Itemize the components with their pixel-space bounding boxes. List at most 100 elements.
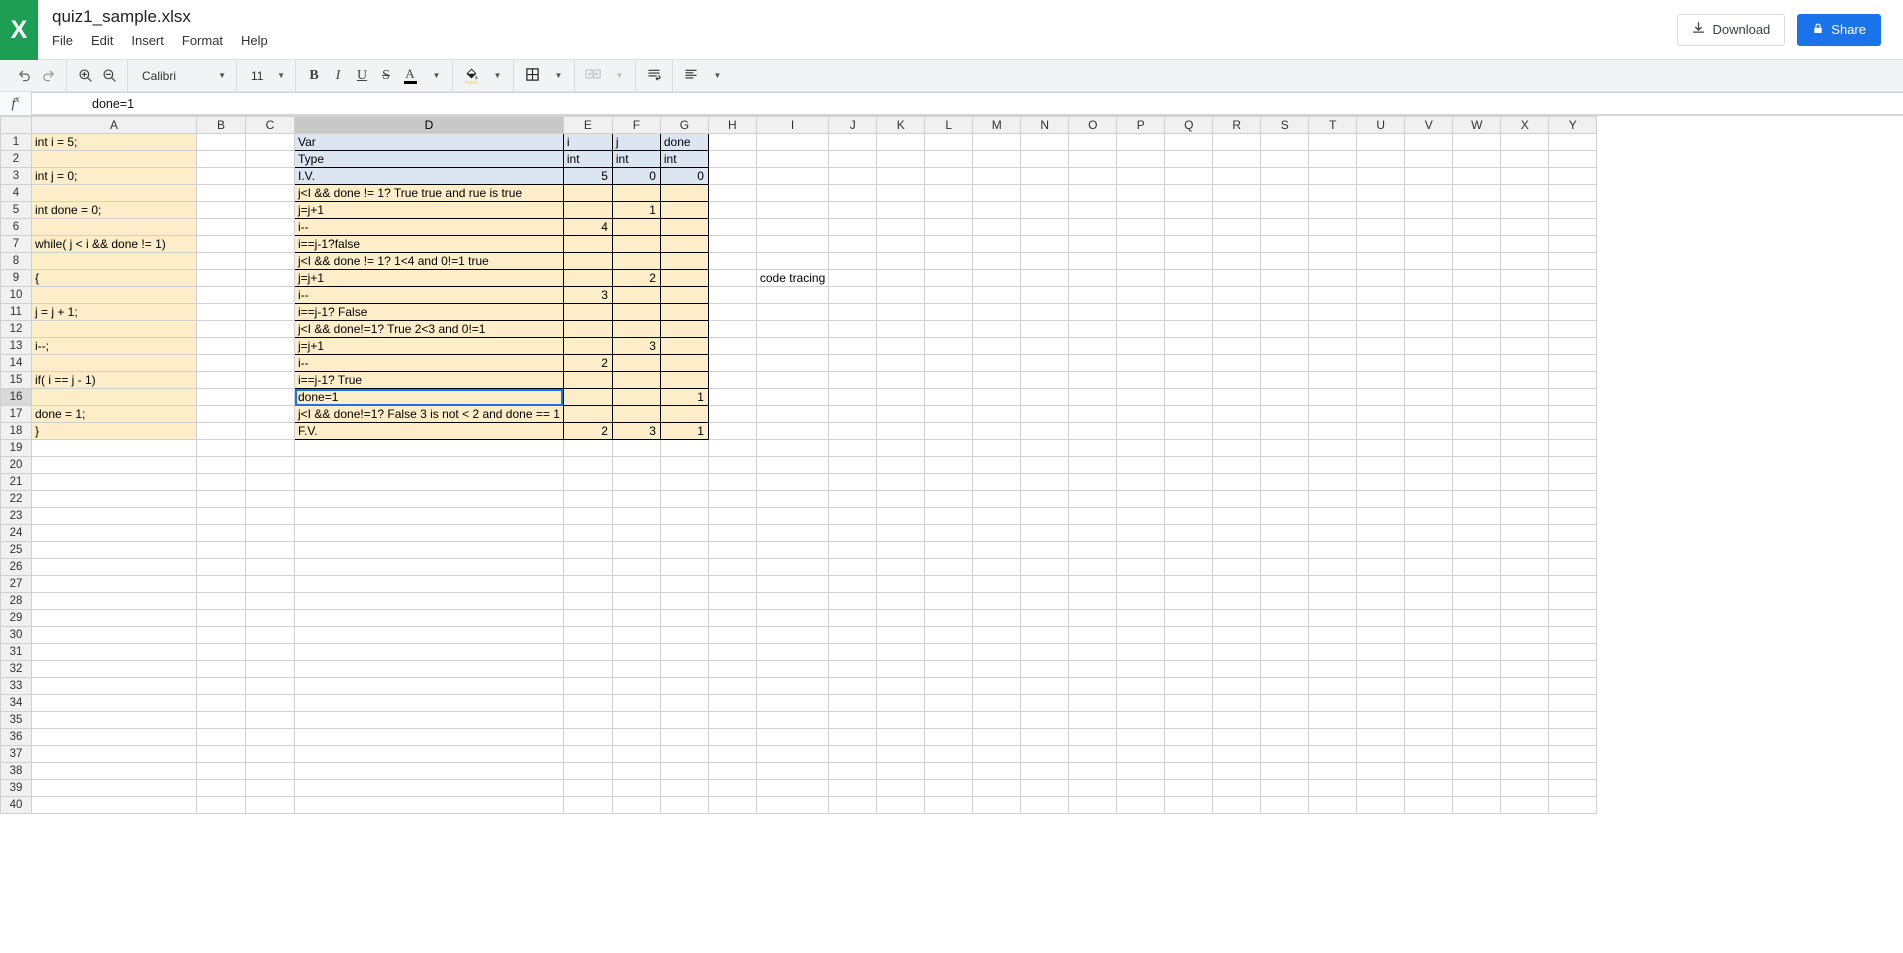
cell-J23[interactable] — [829, 508, 877, 525]
cell-E25[interactable] — [563, 542, 612, 559]
cell-L36[interactable] — [925, 729, 973, 746]
cell-D4[interactable]: j<I && done != 1? True true and rue is t… — [295, 185, 564, 202]
cell-Q28[interactable] — [1165, 593, 1213, 610]
cell-H4[interactable] — [708, 185, 756, 202]
cell-Y36[interactable] — [1549, 729, 1597, 746]
cell-I37[interactable] — [756, 746, 828, 763]
cell-M15[interactable] — [973, 372, 1021, 389]
cell-T21[interactable] — [1309, 474, 1357, 491]
cell-B9[interactable] — [197, 270, 246, 287]
cell-Y22[interactable] — [1549, 491, 1597, 508]
cell-G24[interactable] — [660, 525, 708, 542]
cell-W23[interactable] — [1453, 508, 1501, 525]
menu-item-format[interactable]: Format — [182, 31, 232, 50]
row-header-8[interactable]: 8 — [1, 253, 32, 270]
cell-A35[interactable] — [32, 712, 197, 729]
cell-A23[interactable] — [32, 508, 197, 525]
row-header-37[interactable]: 37 — [1, 746, 32, 763]
cell-A18[interactable]: } — [32, 423, 197, 440]
row-header-6[interactable]: 6 — [1, 219, 32, 236]
cell-G20[interactable] — [660, 457, 708, 474]
cell-P14[interactable] — [1117, 355, 1165, 372]
cell-K24[interactable] — [877, 525, 925, 542]
cell-F3[interactable]: 0 — [612, 168, 660, 185]
cell-A37[interactable] — [32, 746, 197, 763]
column-header-j[interactable]: J — [829, 117, 877, 134]
column-header-q[interactable]: Q — [1165, 117, 1213, 134]
cell-I10[interactable] — [756, 287, 828, 304]
cell-K27[interactable] — [877, 576, 925, 593]
cell-G14[interactable] — [660, 355, 708, 372]
cell-P31[interactable] — [1117, 644, 1165, 661]
cell-J5[interactable] — [829, 202, 877, 219]
cell-L6[interactable] — [925, 219, 973, 236]
cell-P2[interactable] — [1117, 151, 1165, 168]
cell-S34[interactable] — [1261, 695, 1309, 712]
cell-K19[interactable] — [877, 440, 925, 457]
cell-O31[interactable] — [1069, 644, 1117, 661]
cell-L7[interactable] — [925, 236, 973, 253]
cell-J36[interactable] — [829, 729, 877, 746]
cell-U6[interactable] — [1357, 219, 1405, 236]
cell-Y1[interactable] — [1549, 134, 1597, 151]
cell-K26[interactable] — [877, 559, 925, 576]
cell-F32[interactable] — [612, 661, 660, 678]
cell-C30[interactable] — [246, 627, 295, 644]
cell-H29[interactable] — [708, 610, 756, 627]
cell-Y21[interactable] — [1549, 474, 1597, 491]
cell-X12[interactable] — [1501, 321, 1549, 338]
cell-D2[interactable]: Type — [295, 151, 564, 168]
cell-Y10[interactable] — [1549, 287, 1597, 304]
cell-K17[interactable] — [877, 406, 925, 423]
cell-B32[interactable] — [197, 661, 246, 678]
cell-B37[interactable] — [197, 746, 246, 763]
cell-A15[interactable]: if( i == j - 1) — [32, 372, 197, 389]
cell-Y29[interactable] — [1549, 610, 1597, 627]
cell-T1[interactable] — [1309, 134, 1357, 151]
cell-W35[interactable] — [1453, 712, 1501, 729]
cell-R9[interactable] — [1213, 270, 1261, 287]
cell-A32[interactable] — [32, 661, 197, 678]
cell-H7[interactable] — [708, 236, 756, 253]
cell-L35[interactable] — [925, 712, 973, 729]
text-color-dropdown[interactable]: ▼ — [422, 64, 446, 88]
cell-W38[interactable] — [1453, 763, 1501, 780]
cell-E13[interactable] — [563, 338, 612, 355]
cell-Q9[interactable] — [1165, 270, 1213, 287]
cell-D7[interactable]: i==j-1?false — [295, 236, 564, 253]
column-header-k[interactable]: K — [877, 117, 925, 134]
horizontal-align-dropdown[interactable]: ▼ — [703, 64, 727, 88]
cell-V24[interactable] — [1405, 525, 1453, 542]
cell-X20[interactable] — [1501, 457, 1549, 474]
cell-O29[interactable] — [1069, 610, 1117, 627]
cell-U3[interactable] — [1357, 168, 1405, 185]
cell-D5[interactable]: j=j+1 — [295, 202, 564, 219]
cell-Y13[interactable] — [1549, 338, 1597, 355]
cell-K14[interactable] — [877, 355, 925, 372]
cell-H21[interactable] — [708, 474, 756, 491]
cell-J34[interactable] — [829, 695, 877, 712]
cell-P5[interactable] — [1117, 202, 1165, 219]
cell-X21[interactable] — [1501, 474, 1549, 491]
cell-B16[interactable] — [197, 389, 246, 406]
cell-V39[interactable] — [1405, 780, 1453, 797]
cell-P38[interactable] — [1117, 763, 1165, 780]
cell-S11[interactable] — [1261, 304, 1309, 321]
cell-U37[interactable] — [1357, 746, 1405, 763]
cell-L34[interactable] — [925, 695, 973, 712]
underline-button[interactable]: U — [350, 64, 374, 88]
cell-V14[interactable] — [1405, 355, 1453, 372]
cell-L21[interactable] — [925, 474, 973, 491]
cell-E12[interactable] — [563, 321, 612, 338]
cell-X1[interactable] — [1501, 134, 1549, 151]
cell-T12[interactable] — [1309, 321, 1357, 338]
cell-J12[interactable] — [829, 321, 877, 338]
cell-X30[interactable] — [1501, 627, 1549, 644]
cell-F7[interactable] — [612, 236, 660, 253]
cell-D19[interactable] — [295, 440, 564, 457]
cell-K20[interactable] — [877, 457, 925, 474]
cell-B17[interactable] — [197, 406, 246, 423]
column-header-e[interactable]: E — [563, 117, 612, 134]
cell-I22[interactable] — [756, 491, 828, 508]
cell-T18[interactable] — [1309, 423, 1357, 440]
